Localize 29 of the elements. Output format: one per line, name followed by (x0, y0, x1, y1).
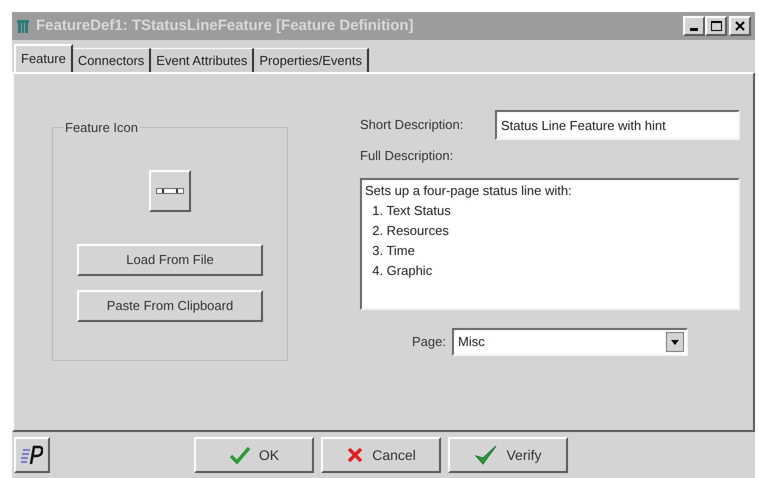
check-icon (228, 446, 251, 464)
cross-icon (346, 446, 364, 464)
field-label: Short Description: (360, 116, 464, 134)
maximize-icon (710, 21, 722, 31)
short-description-field[interactable]: Status Line Feature with hint (495, 110, 740, 140)
close-icon (735, 21, 745, 31)
full-description-field[interactable]: Sets up a four-page status line with: 1. Text Status 2. Resources 3. Time 4. Graphic (360, 178, 740, 310)
dialog-button[interactable]: Cancel (321, 437, 441, 473)
dialog-button[interactable]: OK (194, 437, 314, 473)
icon-preview-button[interactable] (149, 170, 191, 212)
tab[interactable]: Event Attributes (151, 48, 254, 72)
field-label: Full Description: (360, 147, 454, 165)
minimize-button[interactable] (683, 16, 705, 36)
p-logo-icon (21, 444, 43, 466)
minimize-icon (690, 28, 698, 31)
dialog-button[interactable]: Verify (448, 437, 568, 473)
tab[interactable]: Properties/Events (254, 48, 369, 72)
field-label: Page: (412, 332, 446, 351)
window-title: FeatureDef1: TStatusLineFeature [Feature Definition] (36, 16, 414, 36)
close-button[interactable] (729, 16, 751, 36)
logo-button[interactable] (14, 437, 50, 473)
app-icon (16, 18, 30, 34)
action-button[interactable]: Paste From Clipboard (77, 290, 263, 322)
tab[interactable]: Connectors (72, 48, 152, 72)
check-icon (474, 444, 498, 466)
page-dropdown[interactable]: Misc (452, 328, 688, 356)
maximize-button[interactable] (705, 16, 727, 36)
tab[interactable]: Feature (14, 44, 73, 72)
action-button[interactable]: Load From File (77, 244, 263, 276)
